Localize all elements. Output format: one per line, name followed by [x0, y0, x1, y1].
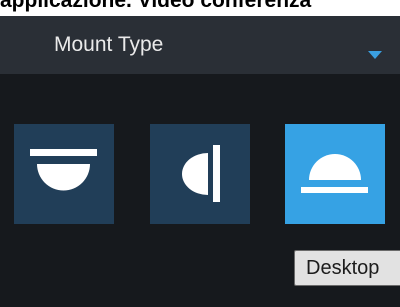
desktop-tooltip: Desktop — [294, 250, 400, 286]
mount-type-dropdown[interactable]: Mount Type — [0, 16, 400, 74]
desktop-mount-icon — [301, 154, 368, 193]
caret-down-icon — [368, 51, 382, 59]
ceiling-mount-icon — [30, 149, 97, 191]
ceiling-mount-button[interactable] — [14, 124, 114, 224]
wall-mount-button[interactable] — [150, 124, 250, 224]
wall-mount-icon — [182, 145, 220, 202]
desktop-mount-button[interactable] — [285, 124, 385, 224]
mount-type-label: Mount Type — [54, 33, 164, 56]
cropped-caption-text: applicazione. Video conferenza — [0, 0, 312, 12]
